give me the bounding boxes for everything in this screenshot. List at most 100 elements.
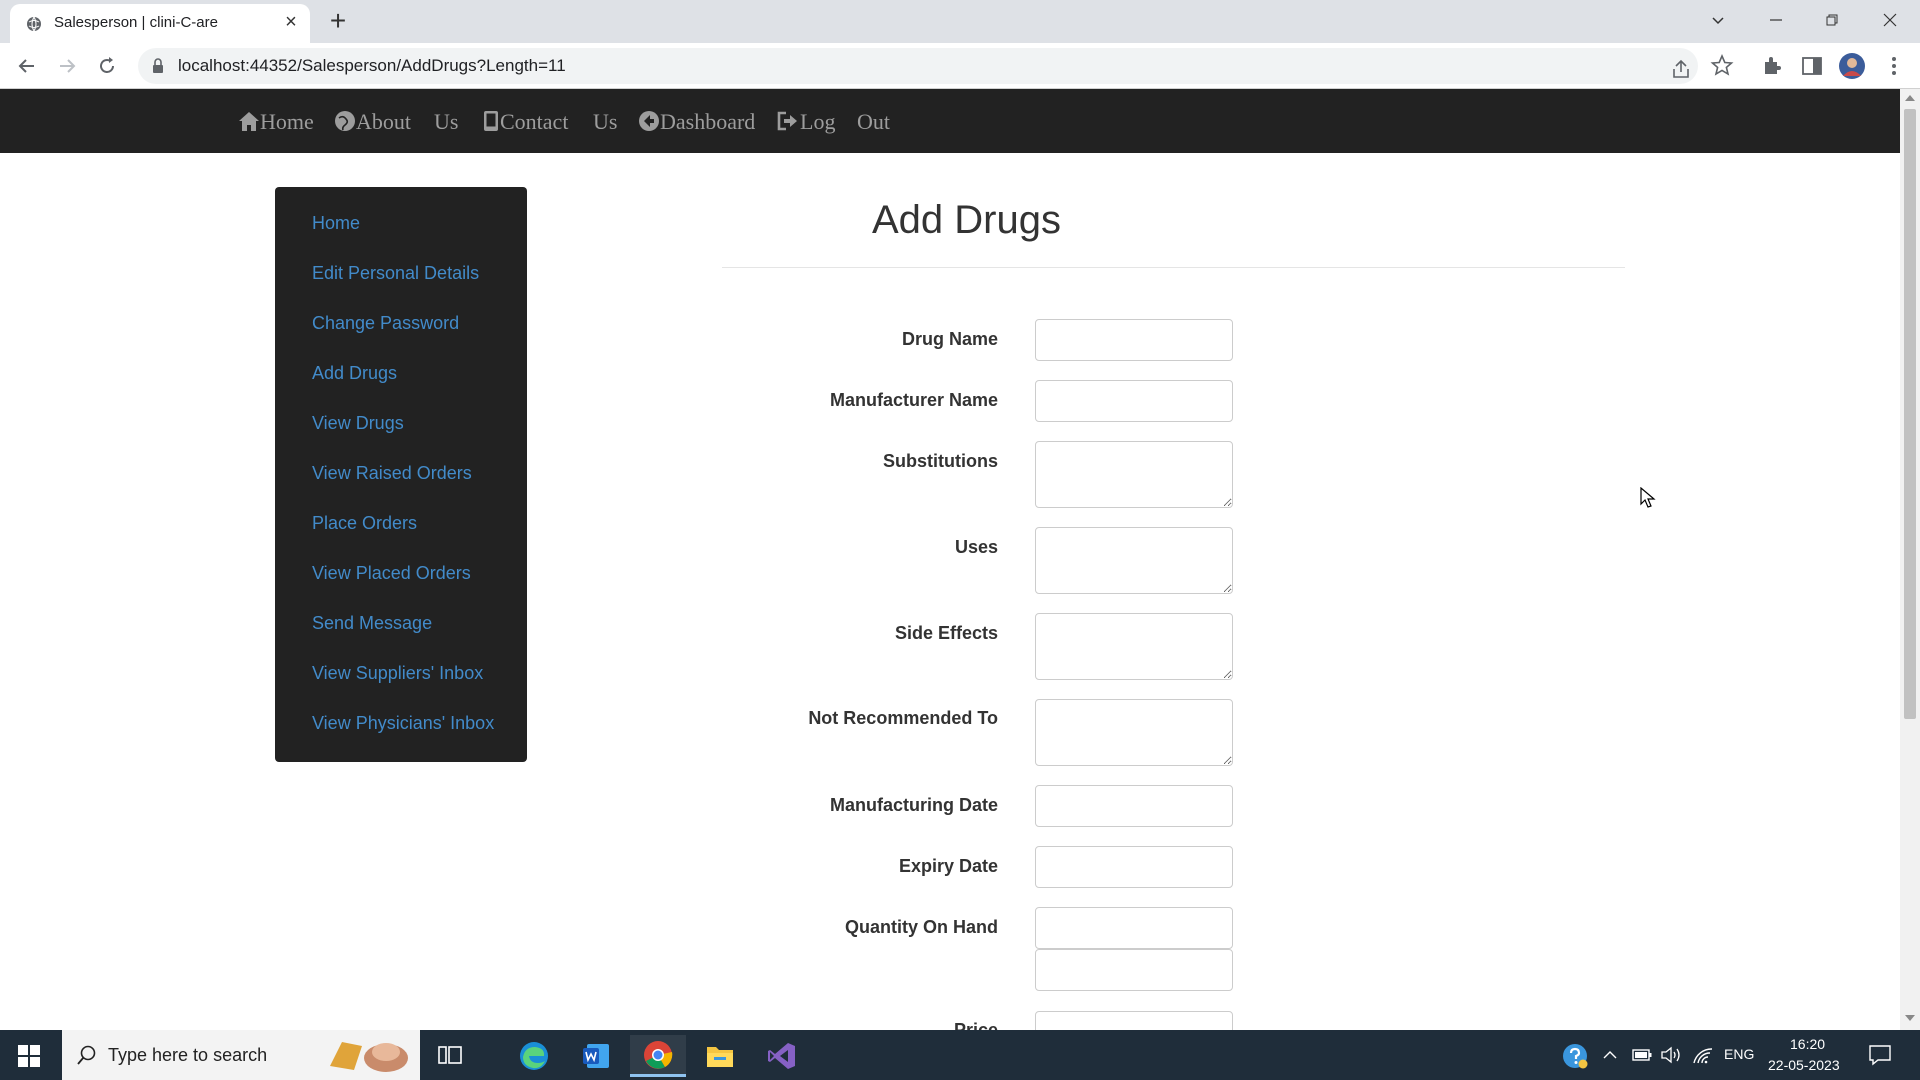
windows-start-icon[interactable] xyxy=(18,1045,40,1067)
site-navbar: Home About Us Contact Us Dashboard Log O… xyxy=(0,89,1900,153)
chevron-up-icon[interactable] xyxy=(1602,1048,1618,1062)
taskbar-file-explorer[interactable] xyxy=(692,1035,748,1077)
scroll-down-icon[interactable] xyxy=(1905,1015,1915,1021)
nav-us-label: Us xyxy=(434,109,459,134)
not-recommended-to-textarea[interactable] xyxy=(1035,699,1233,766)
sidebar-item-edit-personal-details[interactable]: Edit Personal Details xyxy=(312,263,479,284)
page-scrollbar[interactable] xyxy=(1900,89,1920,1030)
not-recommended-to-label: Not Recommended To xyxy=(808,708,998,728)
nav-about-link[interactable]: About xyxy=(334,109,411,135)
mouse-cursor-icon xyxy=(1640,487,1656,508)
scrollbar-thumb[interactable] xyxy=(1904,109,1916,719)
profile-avatar-icon[interactable] xyxy=(1838,52,1866,80)
side-effects-label: Side Effects xyxy=(894,623,998,643)
close-icon[interactable] xyxy=(1870,5,1910,35)
sidebar-item-send-message[interactable]: Send Message xyxy=(312,613,432,634)
bookmark-star-icon[interactable] xyxy=(1708,52,1736,80)
search-highlight-icon xyxy=(330,1042,408,1072)
sidebar-item-view-placed-orders[interactable]: View Placed Orders xyxy=(312,563,471,584)
expiry-date-input[interactable] xyxy=(1035,846,1233,888)
url-text: localhost:44352/Salesperson/AddDrugs?Len… xyxy=(178,56,566,75)
search-placeholder: Type here to search xyxy=(108,1045,268,1065)
nav-about-label: About xyxy=(356,109,411,134)
uses-textarea[interactable] xyxy=(1035,527,1233,594)
nav-home-label: Home xyxy=(260,109,314,134)
notifications-icon[interactable] xyxy=(1868,1044,1892,1066)
sidebar-item-place-orders[interactable]: Place Orders xyxy=(312,513,417,534)
drug-name-input[interactable] xyxy=(1035,319,1233,361)
sidebar: Home Edit Personal Details Change Passwo… xyxy=(275,187,527,762)
clock-date[interactable]: 22-05-2023 xyxy=(1768,1057,1840,1073)
taskbar-chrome[interactable] xyxy=(630,1035,686,1077)
sidebar-item-add-drugs[interactable]: Add Drugs xyxy=(312,363,397,384)
extra-input[interactable] xyxy=(1035,949,1233,991)
drug-name-label: Drug Name xyxy=(901,329,998,349)
clock-time[interactable]: 16:20 xyxy=(1790,1036,1825,1052)
title-divider xyxy=(722,267,1625,268)
close-tab-icon[interactable]: × xyxy=(280,11,302,33)
sidebar-item-view-suppliers-inbox[interactable]: View Suppliers' Inbox xyxy=(312,663,483,684)
nav-logout-link[interactable]: Log xyxy=(776,109,835,135)
phone-icon xyxy=(484,111,498,131)
nav-contact-label: Contact xyxy=(500,109,569,134)
manufacturer-name-label: Manufacturer Name xyxy=(829,390,998,410)
minimize-icon[interactable] xyxy=(1756,5,1796,35)
sidebar-item-view-raised-orders[interactable]: View Raised Orders xyxy=(312,463,472,484)
share-icon[interactable] xyxy=(1668,57,1694,83)
quantity-on-hand-label: Quantity On Hand xyxy=(845,917,998,937)
globe-icon xyxy=(335,111,355,131)
arrow-circle-icon xyxy=(639,111,659,131)
quantity-on-hand-input[interactable] xyxy=(1035,907,1233,949)
search-icon xyxy=(77,1045,96,1065)
nav-us-label: Us xyxy=(593,109,618,134)
home-icon xyxy=(239,112,259,131)
side-panel-icon[interactable] xyxy=(1798,52,1826,80)
nav-home-link[interactable]: Home xyxy=(238,109,314,135)
sidebar-item-view-physicians-inbox[interactable]: View Physicians' Inbox xyxy=(312,713,494,734)
taskbar-visual-studio[interactable] xyxy=(754,1035,810,1077)
help-icon[interactable] xyxy=(1562,1043,1588,1069)
manufacturer-name-input[interactable] xyxy=(1035,380,1233,422)
manufacturing-date-input[interactable] xyxy=(1035,785,1233,827)
windows-taskbar: Type here to search ENG 16:20 22-05-2023 xyxy=(0,1030,1920,1080)
expiry-date-label: Expiry Date xyxy=(898,856,998,876)
side-effects-textarea[interactable] xyxy=(1035,613,1233,680)
battery-icon[interactable] xyxy=(1632,1047,1652,1063)
nav-log-label: Log xyxy=(800,109,836,134)
substitutions-textarea[interactable] xyxy=(1035,441,1233,508)
extensions-icon[interactable] xyxy=(1758,52,1786,80)
browser-toolbar: localhost:44352/Salesperson/AddDrugs?Len… xyxy=(0,43,1920,89)
nav-contact-us-link[interactable]: Us xyxy=(593,109,617,135)
globe-icon xyxy=(27,16,41,32)
nav-logout-out-link[interactable]: Out xyxy=(857,109,890,135)
taskbar-search-box[interactable]: Type here to search xyxy=(62,1030,420,1080)
nav-contact-link[interactable]: Contact xyxy=(482,109,568,135)
language-indicator[interactable]: ENG xyxy=(1724,1046,1754,1062)
address-bar[interactable]: localhost:44352/Salesperson/AddDrugs?Len… xyxy=(138,48,1698,84)
logout-icon xyxy=(777,111,797,131)
file-explorer-icon xyxy=(707,1047,733,1067)
reload-button[interactable] xyxy=(93,52,121,80)
back-button[interactable] xyxy=(13,52,41,80)
scroll-up-icon[interactable] xyxy=(1905,95,1915,101)
substitutions-label: Substitutions xyxy=(883,451,998,471)
lock-icon xyxy=(153,58,163,73)
more-menu-icon[interactable] xyxy=(1880,52,1908,80)
wifi-icon[interactable] xyxy=(1692,1045,1714,1065)
taskbar-word[interactable] xyxy=(568,1035,624,1077)
chevron-down-icon[interactable] xyxy=(1698,5,1738,35)
nav-out-label: Out xyxy=(857,109,890,134)
maximize-icon[interactable] xyxy=(1812,5,1852,35)
tab-title: Salesperson | clini-C-are xyxy=(54,14,218,31)
forward-button[interactable] xyxy=(53,52,81,80)
sidebar-item-home[interactable]: Home xyxy=(312,213,360,234)
new-tab-button[interactable]: + xyxy=(324,7,352,36)
browser-tab[interactable]: Salesperson | clini-C-are × xyxy=(10,4,310,43)
nav-about-us-link[interactable]: Us xyxy=(434,109,458,135)
task-view-icon[interactable] xyxy=(438,1044,462,1066)
taskbar-edge[interactable] xyxy=(506,1035,562,1077)
nav-dashboard-link[interactable]: Dashboard xyxy=(638,109,755,135)
sidebar-item-change-password[interactable]: Change Password xyxy=(312,313,459,334)
volume-icon[interactable] xyxy=(1660,1045,1682,1065)
sidebar-item-view-drugs[interactable]: View Drugs xyxy=(312,413,404,434)
